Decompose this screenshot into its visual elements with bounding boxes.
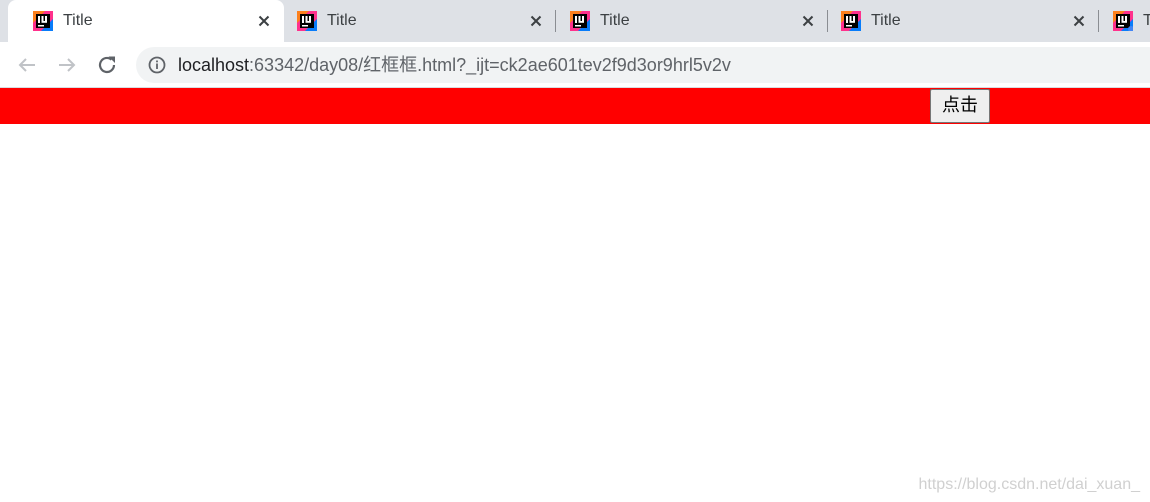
intellij-icon xyxy=(570,11,590,31)
tab-title: Title xyxy=(871,12,901,29)
browser-window: Title Title Title Title T localhost:6334… xyxy=(0,0,1150,502)
url-host: localhost xyxy=(178,55,250,75)
click-button[interactable]: 点击 xyxy=(930,89,990,123)
info-icon[interactable] xyxy=(148,56,166,74)
tab-3[interactable]: Title xyxy=(545,0,828,42)
tab-title: Title xyxy=(63,12,93,29)
intellij-icon xyxy=(33,11,53,31)
close-icon[interactable] xyxy=(256,13,272,29)
close-icon[interactable] xyxy=(528,13,544,29)
intellij-icon xyxy=(841,11,861,31)
url-path: :63342/day08/红框框.html?_ijt=ck2ae601tev2f… xyxy=(249,55,731,75)
page-content: 点击 https://blog.csdn.net/dai_xuan_ xyxy=(0,88,1150,502)
close-icon[interactable] xyxy=(800,13,816,29)
arrow-right-icon[interactable] xyxy=(55,53,79,77)
reload-icon[interactable] xyxy=(95,53,119,77)
toolbar: localhost:63342/day08/红框框.html?_ijt=ck2a… xyxy=(0,42,1150,88)
tab-title: T xyxy=(1143,12,1150,29)
tab-2[interactable]: Title xyxy=(272,0,556,42)
close-icon[interactable] xyxy=(1071,13,1087,29)
tab-5[interactable]: T xyxy=(1088,0,1150,42)
tab-strip: Title Title Title Title T xyxy=(0,0,1150,42)
url-text: localhost:63342/day08/红框框.html?_ijt=ck2a… xyxy=(178,55,731,75)
intellij-icon xyxy=(1113,11,1133,31)
tab-title: Title xyxy=(600,12,630,29)
tab-title: Title xyxy=(327,12,357,29)
intellij-icon xyxy=(297,11,317,31)
tab-1[interactable]: Title xyxy=(8,0,284,42)
address-bar[interactable]: localhost:63342/day08/红框框.html?_ijt=ck2a… xyxy=(136,47,1150,83)
arrow-left-icon[interactable] xyxy=(15,53,39,77)
watermark: https://blog.csdn.net/dai_xuan_ xyxy=(918,476,1141,493)
tab-4[interactable]: Title xyxy=(816,0,1099,42)
